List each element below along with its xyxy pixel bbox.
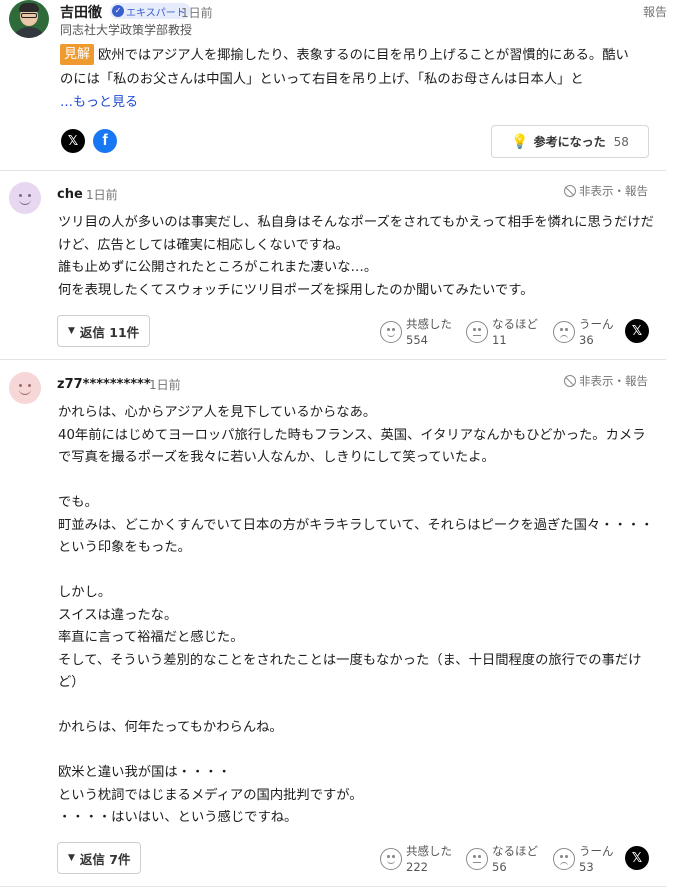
comment-timestamp: 1日前 (149, 378, 181, 392)
helpful-button[interactable]: 💡 参考になった 58 (491, 125, 649, 158)
replies-toggle-label: 返信 11件 (79, 324, 140, 340)
expert-comment-body: 欧州ではアジア人を揶揄したり、表象するのに目を吊り上げることが習慣的にある。酷い… (60, 48, 629, 87)
reaction-insight-button[interactable]: なるほど 56 (466, 843, 538, 875)
comment-username[interactable]: che (57, 187, 83, 202)
report-link[interactable]: 報告 (643, 3, 667, 20)
thinking-face-icon (553, 321, 575, 343)
x-share-icon[interactable]: 𝕏 (625, 846, 649, 870)
reaction-label: なるほど (492, 844, 538, 858)
expert-badge: ✓ エキスパート (110, 3, 191, 19)
reaction-insight-button[interactable]: なるほど 11 (466, 316, 538, 348)
hide-report-label: 非表示・報告 (579, 184, 648, 198)
nod-face-icon (466, 848, 488, 870)
block-icon (564, 185, 576, 197)
reaction-count: 554 (406, 333, 428, 347)
replies-toggle-button[interactable]: ▼ 返信 11件 (57, 315, 151, 347)
expert-avatar[interactable] (9, 0, 49, 38)
expert-timestamp: 1日前 (181, 6, 213, 20)
check-icon: ✓ (112, 5, 124, 17)
triangle-down-icon: ▼ (68, 326, 75, 336)
reaction-empathy-button[interactable]: 共感した 222 (380, 843, 452, 875)
user-avatar[interactable] (9, 182, 41, 214)
expert-name[interactable]: 吉田徹 (60, 2, 102, 22)
thinking-face-icon (553, 848, 575, 870)
reaction-count: 222 (406, 860, 428, 874)
reaction-label: 共感した (406, 317, 452, 331)
reaction-label: うーん (579, 317, 614, 331)
reaction-count: 53 (579, 860, 594, 874)
facebook-share-icon[interactable]: f (93, 129, 117, 153)
opinion-tag: 見解 (60, 44, 95, 65)
expert-comment: 吉田徹 ✓ エキスパート 1日前 同志社大学政策学部教授 報告 欧州ではアジア人… (0, 0, 677, 170)
comment-body: ツリ目の人が多いのは事実だし、私自身はそんなポーズをされてもかえって相手を憐れに… (58, 215, 654, 298)
smile-face-icon (380, 848, 402, 870)
lightbulb-icon: 💡 (511, 133, 529, 150)
reaction-label: 共感した (406, 844, 452, 858)
show-more-link[interactable]: …もっと見る (60, 91, 138, 110)
hide-report-link[interactable]: 非表示・報告 (564, 183, 648, 199)
hide-report-label: 非表示・報告 (579, 374, 648, 388)
expert-affiliation: 同志社大学政策学部教授 (60, 23, 193, 37)
x-share-icon[interactable]: 𝕏 (625, 319, 649, 343)
reaction-count: 56 (492, 860, 507, 874)
expert-badge-label: エキスパート (126, 7, 186, 19)
user-avatar[interactable] (9, 372, 41, 404)
reaction-hmm-button[interactable]: うーん 36 (553, 316, 614, 348)
reaction-hmm-button[interactable]: うーん 53 (553, 843, 614, 875)
reaction-label: うーん (579, 844, 614, 858)
reaction-label: なるほど (492, 317, 538, 331)
block-icon (564, 375, 576, 387)
replies-toggle-label: 返信 7件 (79, 851, 131, 867)
comment-timestamp: 1日前 (86, 188, 118, 202)
smile-face-icon (380, 321, 402, 343)
hide-report-link[interactable]: 非表示・報告 (564, 373, 648, 389)
x-share-icon[interactable]: 𝕏 (61, 129, 85, 153)
reaction-empathy-button[interactable]: 共感した 554 (380, 316, 452, 348)
nod-face-icon (466, 321, 488, 343)
triangle-down-icon: ▼ (68, 853, 75, 863)
reaction-count: 11 (492, 333, 507, 347)
helpful-count: 58 (613, 134, 629, 149)
replies-toggle-button[interactable]: ▼ 返信 7件 (57, 842, 142, 874)
comment-username[interactable]: z77********** (57, 377, 151, 392)
reaction-count: 36 (579, 333, 594, 347)
helpful-label: 参考になった (533, 135, 606, 149)
comment-item: z77********** 1日前 非表示・報告 かれらは、心からアジア人を見下… (0, 360, 666, 890)
divider (0, 886, 666, 887)
comment-body: かれらは、心からアジア人を見下しているからなあ。 40年前にはじめてヨーロッパ旅… (58, 405, 654, 825)
comment-item: che 1日前 非表示・報告 ツリ目の人が多いのは事実だし、私自身はそんなポーズ… (0, 170, 666, 360)
